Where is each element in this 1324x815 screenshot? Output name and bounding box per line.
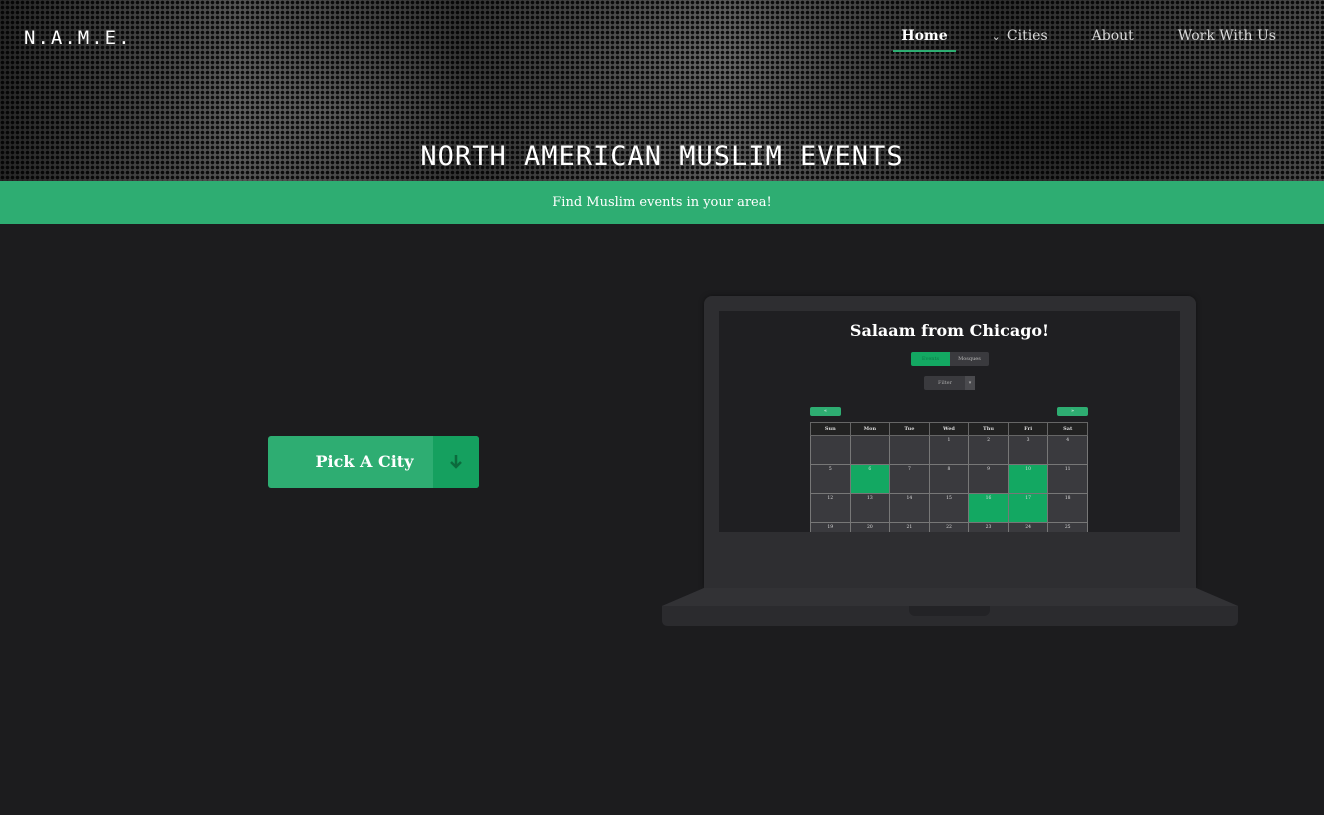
calendar-day: 6 <box>849 464 891 494</box>
calendar-day: 9 <box>968 464 1009 494</box>
calendar-day <box>810 435 851 465</box>
hero-title: NORTH AMERICAN MUSLIM EVENTS <box>420 141 904 172</box>
preview-tab-mosques: Mosques <box>950 352 989 366</box>
calendar-day: 16 <box>968 493 1009 523</box>
chevron-down-icon: ▾ <box>965 376 975 390</box>
calendar-day: 19 <box>810 522 851 532</box>
calendar-day: 15 <box>928 493 970 523</box>
calendar-week: 19 20 21 22 23 24 25 <box>810 522 1088 532</box>
calendar-day: 2 <box>968 435 1009 465</box>
chevron-down-icon: ⌄ <box>991 30 1001 43</box>
tagline-banner: Find Muslim events in your area! <box>0 181 1324 224</box>
site-logo[interactable]: N.A.M.E. <box>24 27 132 49</box>
hero-banner: N.A.M.E. Home ⌄ Cities About Work With Us… <box>0 0 1324 181</box>
calendar-weekday: Wed <box>928 422 970 436</box>
laptop-screen: Salaam from Chicago! Events Mosques Filt… <box>719 311 1180 532</box>
main-nav: Home ⌄ Cities About Work With Us <box>893 28 1276 52</box>
calendar-day: 8 <box>928 464 970 494</box>
calendar-day: 25 <box>1047 522 1088 532</box>
calendar-week: 5 6 7 8 9 10 11 <box>810 464 1088 494</box>
calendar-day: 3 <box>1007 435 1049 465</box>
calendar-weekday: Thu <box>968 422 1009 436</box>
calendar-day: 13 <box>849 493 891 523</box>
calendar-week: 12 13 14 15 16 17 18 <box>810 493 1088 523</box>
calendar-weekday: Tue <box>889 422 930 436</box>
nav-home[interactable]: Home <box>893 28 957 52</box>
nav-about[interactable]: About <box>1092 28 1134 52</box>
calendar-day: 7 <box>889 464 930 494</box>
calendar-day: 22 <box>928 522 970 532</box>
calendar-day <box>849 435 891 465</box>
preview-filter-label: Filter <box>938 380 953 386</box>
calendar-day: 4 <box>1047 435 1088 465</box>
arrow-down-icon <box>433 436 479 488</box>
pick-city-label: Pick A City <box>315 452 414 471</box>
calendar-day: 12 <box>810 493 851 523</box>
preview-tab-events: Events <box>911 352 950 366</box>
pick-city-button[interactable]: Pick A City <box>268 436 479 488</box>
nav-work-with-us[interactable]: Work With Us <box>1178 28 1276 52</box>
nav-cities-label: Cities <box>1006 28 1048 44</box>
preview-filter: Filter ▾ <box>924 376 975 390</box>
preview-calendar: Sun Mon Tue Wed Thu Fri Sat 1 2 3 4 5 6 7 8 9 10 11 12 13 1… <box>810 422 1088 532</box>
calendar-day: 10 <box>1007 464 1049 494</box>
calendar-day: 18 <box>1047 493 1088 523</box>
calendar-weekday: Sun <box>810 422 851 436</box>
nav-cities[interactable]: ⌄ Cities <box>992 28 1048 52</box>
calendar-day: 24 <box>1007 522 1049 532</box>
calendar-weekday: Fri <box>1007 422 1049 436</box>
calendar-day: 11 <box>1047 464 1088 494</box>
preview-title: Salaam from Chicago! <box>849 321 1050 340</box>
laptop-notch <box>909 606 990 616</box>
preview-next-button: » <box>1057 407 1088 416</box>
preview-tabs: Events Mosques <box>911 352 989 366</box>
calendar-day: 17 <box>1007 493 1049 523</box>
calendar-weekday: Sat <box>1047 422 1088 436</box>
calendar-day: 20 <box>849 522 891 532</box>
calendar-day: 1 <box>928 435 970 465</box>
preview-prev-button: « <box>810 407 841 416</box>
calendar-day: 21 <box>889 522 930 532</box>
calendar-weekday: Mon <box>849 422 891 436</box>
calendar-day: 23 <box>968 522 1009 532</box>
calendar-day: 14 <box>889 493 930 523</box>
calendar-day <box>889 435 930 465</box>
calendar-week: 1234 <box>810 435 1088 465</box>
calendar-day: 5 <box>810 464 851 494</box>
